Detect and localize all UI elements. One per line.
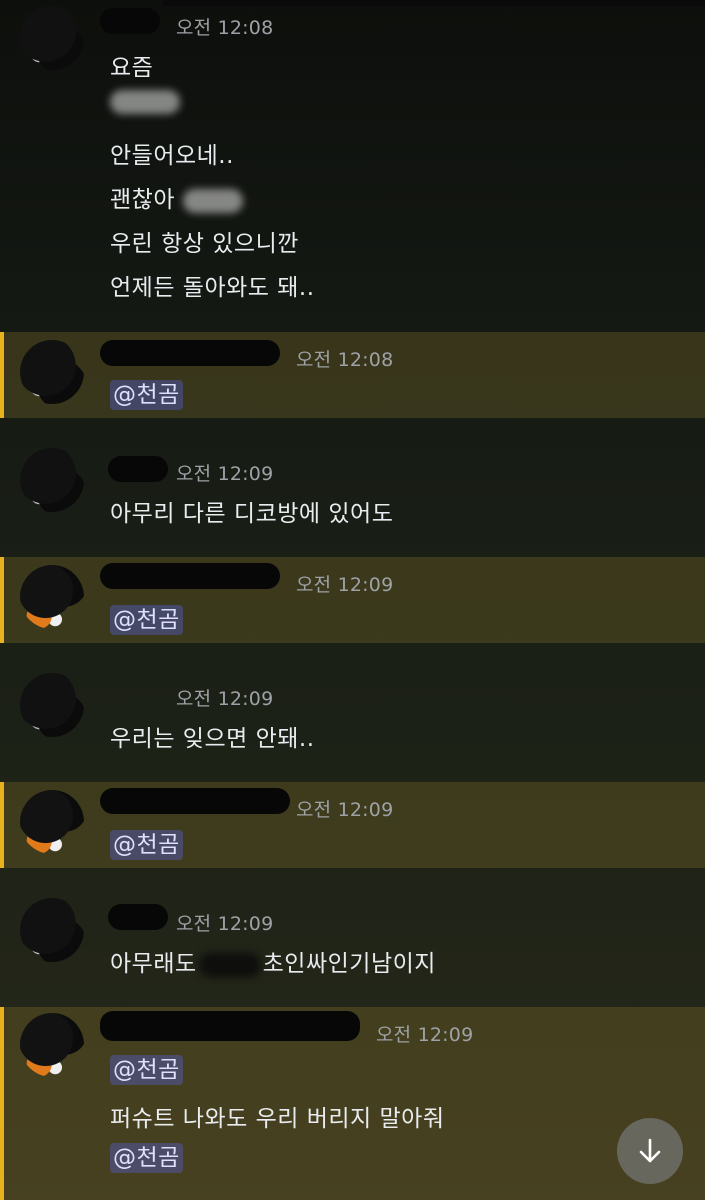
message-mention-highlight[interactable]: 오전 12:09 @천곰 (0, 557, 705, 643)
scroll-to-bottom-button[interactable] (617, 1118, 683, 1184)
message-group[interactable]: 오전 12:09 우리는 잊으면 안돼.. (0, 645, 705, 779)
message-line: @천곰 (110, 605, 183, 635)
user-mention[interactable]: @천곰 (110, 1055, 183, 1085)
avatar[interactable] (20, 448, 84, 512)
avatar[interactable] (20, 790, 84, 854)
redacted-username (108, 904, 168, 930)
timestamp: 오전 12:09 (176, 463, 274, 485)
redacted-username (100, 8, 160, 34)
timestamp: 오전 12:09 (296, 574, 394, 596)
avatar[interactable] (20, 673, 84, 737)
avatar[interactable] (20, 1013, 84, 1077)
message-line: @천곰 (110, 380, 183, 410)
redacted-username (100, 1011, 360, 1041)
message-line: 언제든 돌아와도 돼.. (110, 275, 315, 301)
message-mention-highlight[interactable]: 오전 12:08 @천곰 (0, 332, 705, 418)
message-line: 퍼슈트 나와도 우리 버리지 말아줘 (110, 1106, 445, 1132)
message-line: 아무리 다른 디코방에 있어도 (110, 501, 394, 527)
avatar[interactable] (20, 340, 84, 404)
user-mention[interactable]: @천곰 (110, 605, 183, 635)
message-line: 안들어오네.. (110, 143, 234, 169)
message-line: 아무래도 초인싸인기남이지 (110, 951, 436, 977)
message-line: @천곰 (110, 830, 183, 860)
avatar[interactable] (20, 565, 84, 629)
chat-view: 오전 12:08 요즘 안들어오네.. 괜찮아 우린 항상 있으니깐 언제든 돌… (0, 0, 705, 1200)
user-mention[interactable]: @천곰 (110, 1143, 183, 1173)
message-line: 괜찮아 (110, 180, 243, 214)
message-mention-highlight[interactable]: 오전 12:09 @천곰 (0, 782, 705, 868)
timestamp: 오전 12:09 (296, 799, 394, 821)
message-group[interactable]: 오전 12:08 요즘 안들어오네.. 괜찮아 우린 항상 있으니깐 언제든 돌… (0, 0, 705, 330)
avatar[interactable] (20, 898, 84, 962)
timestamp: 오전 12:09 (176, 913, 274, 935)
timestamp: 오전 12:09 (376, 1024, 474, 1046)
redacted-username (100, 563, 280, 589)
message-line: 우린 항상 있으니깐 (110, 231, 299, 257)
timestamp: 오전 12:08 (176, 17, 274, 39)
timestamp: 오전 12:09 (176, 688, 274, 710)
message-line: 우리는 잊으면 안돼.. (110, 726, 315, 752)
message-group[interactable]: 오전 12:09 아무리 다른 디코방에 있어도 (0, 420, 705, 554)
message-line: 요즘 (110, 55, 154, 81)
message-line-redacted (110, 88, 180, 114)
arrow-down-icon (639, 1138, 661, 1163)
message-line: @천곰 (110, 1143, 183, 1173)
message-line: @천곰 (110, 1055, 183, 1085)
timestamp: 오전 12:08 (296, 349, 394, 371)
user-mention[interactable]: @천곰 (110, 830, 183, 860)
redacted-username (100, 340, 280, 366)
redacted-username (100, 788, 290, 814)
message-mention-highlight[interactable]: 오전 12:09 @천곰 퍼슈트 나와도 우리 버리지 말아줘 @천곰 (0, 1007, 705, 1200)
user-mention[interactable]: @천곰 (110, 380, 183, 410)
message-group[interactable]: 오전 12:09 아무래도 초인싸인기남이지 (0, 870, 705, 1004)
avatar[interactable] (20, 6, 84, 70)
redacted-username (108, 456, 168, 482)
